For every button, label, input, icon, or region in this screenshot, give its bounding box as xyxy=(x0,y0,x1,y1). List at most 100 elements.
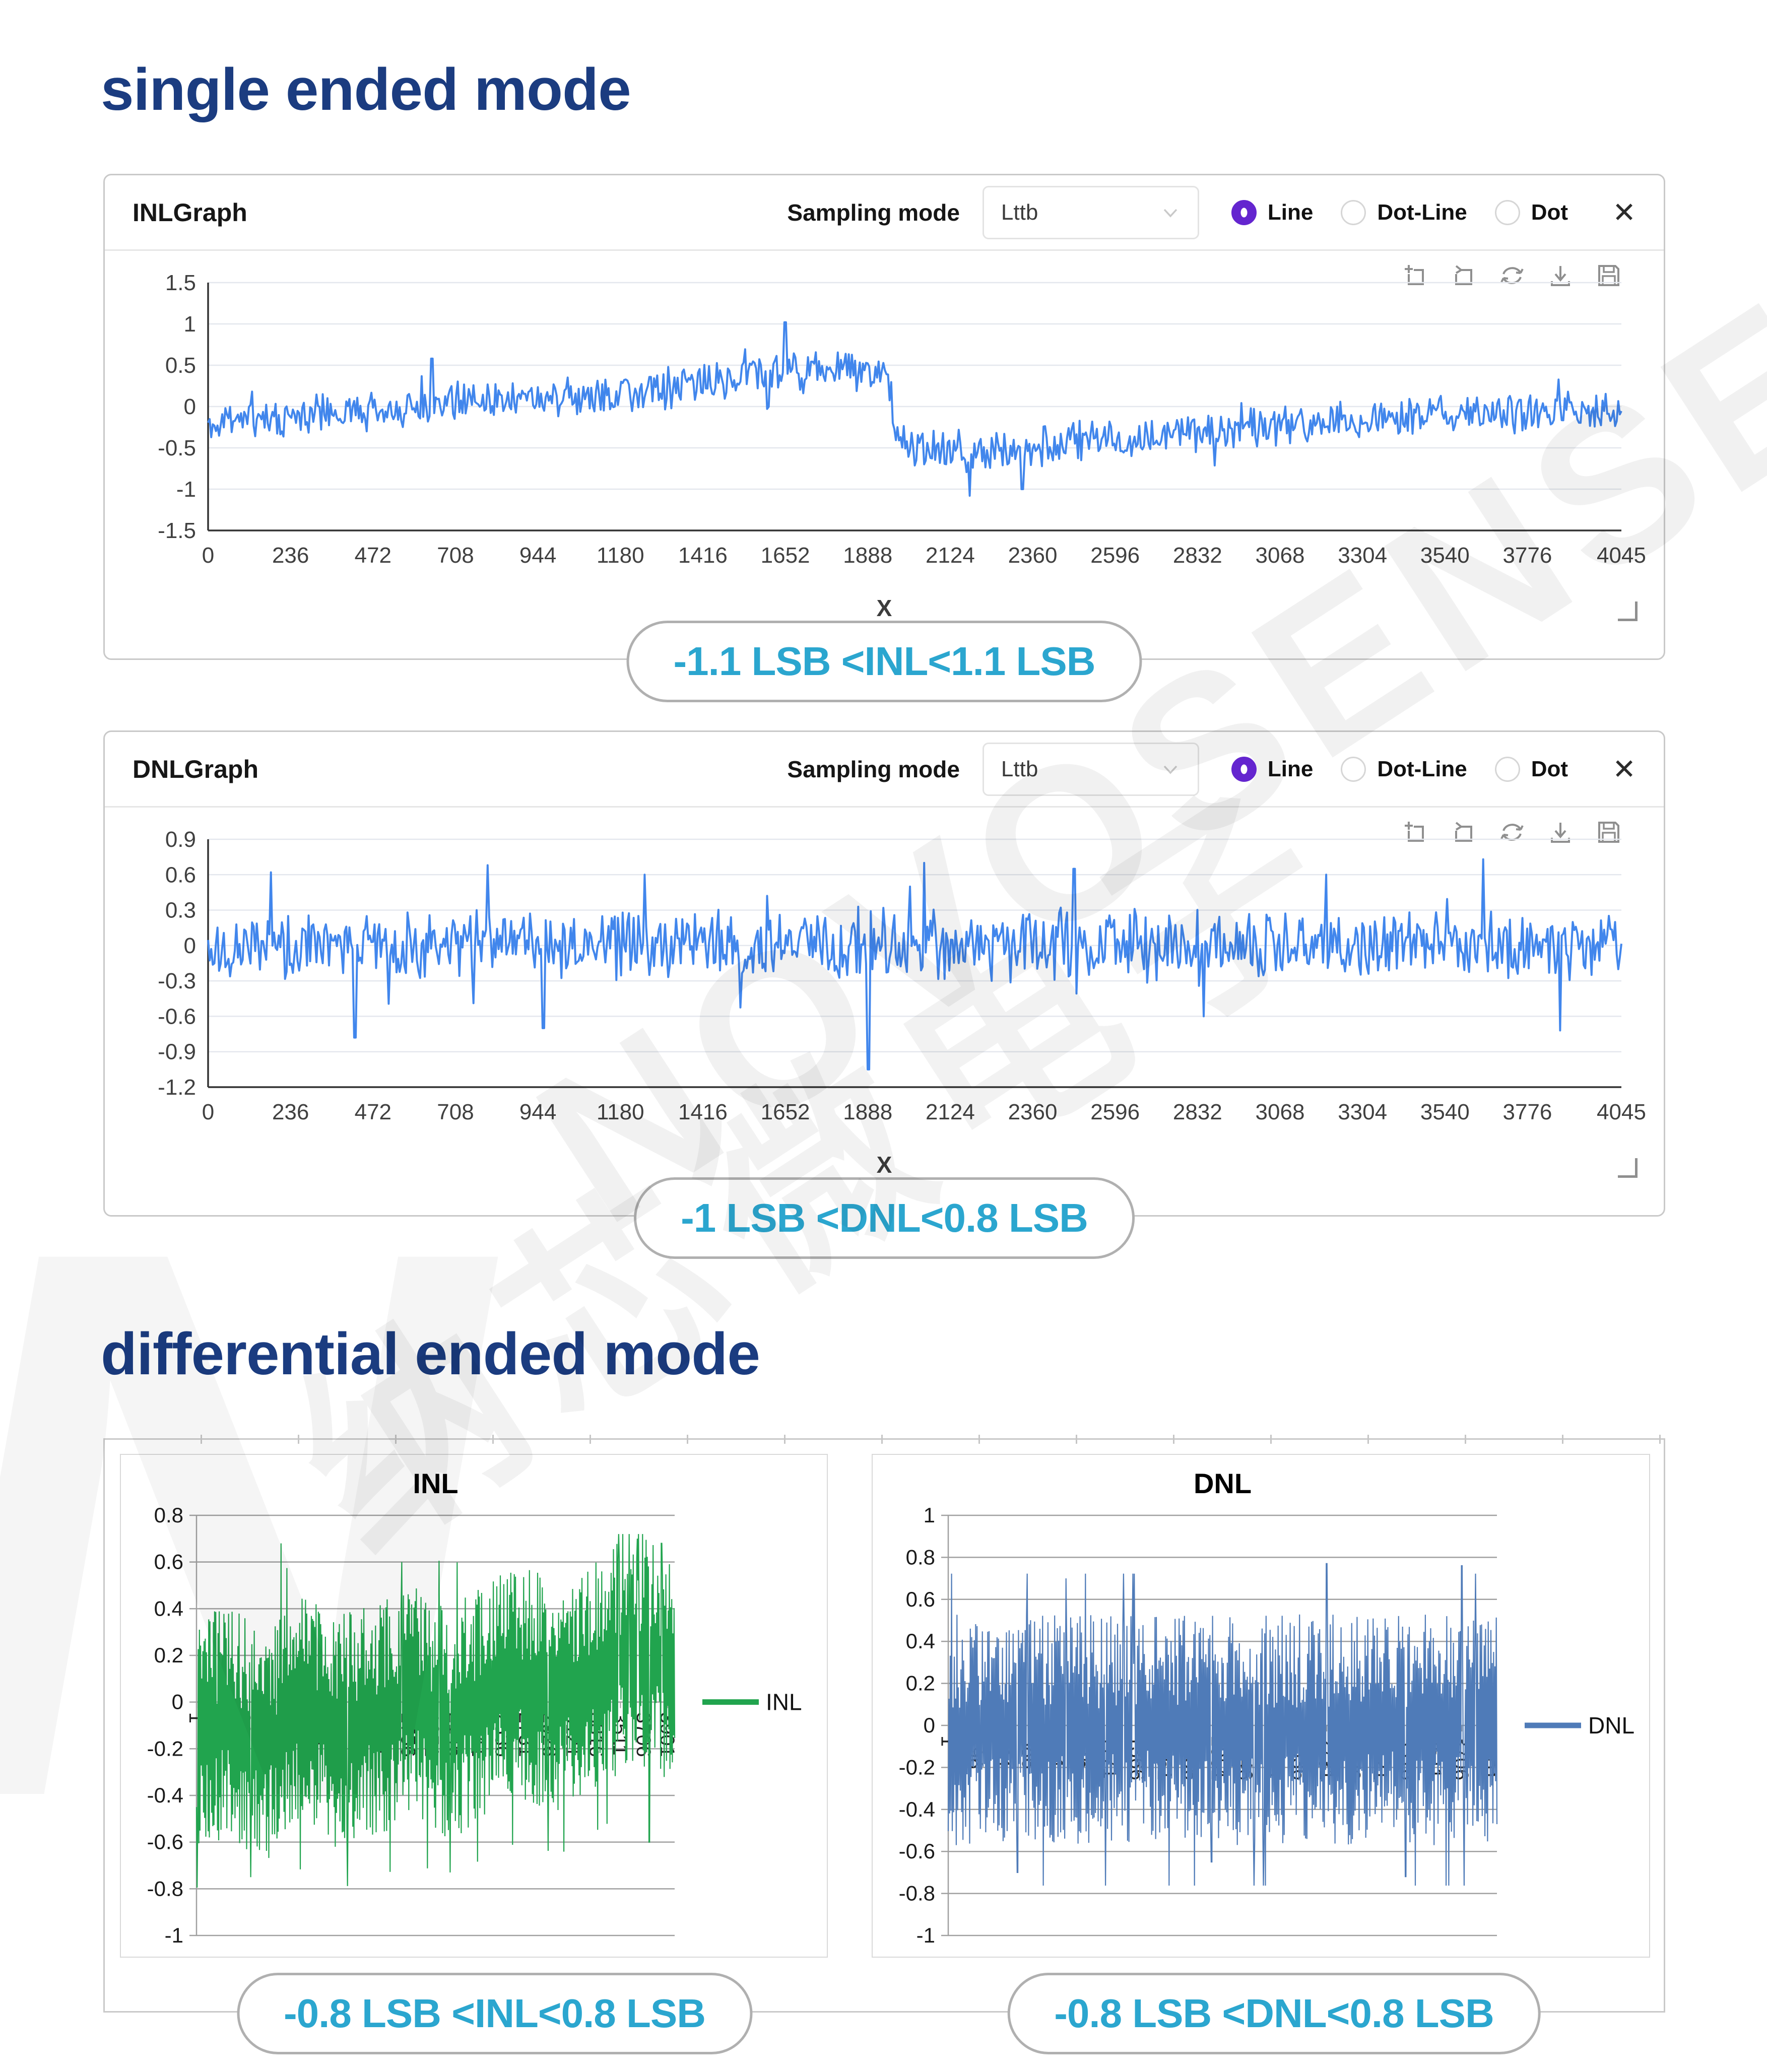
svg-text:INL: INL xyxy=(766,1689,802,1715)
svg-text:2124: 2124 xyxy=(926,1100,975,1124)
dnl-chart[interactable]: 0.9 0.6 0.3 0 -0.3 -0.6 -0.9 -1.2 0 236 472 708 944 1… xyxy=(120,827,1647,1155)
svg-text:944: 944 xyxy=(519,543,556,568)
diff-dnl-chart-canvas: DNL10.80.60.40.20-0.2-0.4-0.6-0.8-11 196 3… xyxy=(899,1467,1634,1947)
svg-text:0.2: 0.2 xyxy=(906,1672,935,1695)
svg-text:0.6: 0.6 xyxy=(906,1587,935,1611)
svg-text:-1: -1 xyxy=(176,477,196,502)
diff-dnl-chart-panel: DNL 1 0.8 0.6 0.4 0.2 0 -0.2 -0.4 -0.6 -0.8 -1 1 196 3… xyxy=(872,1454,1650,1958)
svg-text:3304: 3304 xyxy=(1338,543,1387,568)
sampling-mode-value: Lttb xyxy=(1001,756,1038,781)
svg-text:0.8: 0.8 xyxy=(154,1503,183,1527)
diff-inl-chart-canvas: INL0.80.60.40.20-0.2-0.4-0.6-0.8-11 196 39… xyxy=(147,1467,802,1947)
svg-text:2596: 2596 xyxy=(1090,1100,1140,1124)
svg-text:4045: 4045 xyxy=(1597,543,1646,568)
page: N NOVOSENSE 纳芯微电子 single ended mode INLG… xyxy=(0,0,1767,2072)
radio-line[interactable]: Line xyxy=(1231,756,1313,782)
svg-text:1652: 1652 xyxy=(761,1100,810,1124)
dnl-chart-canvas[interactable]: 0.90.60.30-0.3-0.6-0.9-1.20 236 472 708 944 1… xyxy=(120,827,1647,1153)
svg-text:1.5: 1.5 xyxy=(165,274,196,295)
sampling-mode-select[interactable]: Lttb xyxy=(982,742,1199,796)
sampling-mode-select[interactable]: Lttb xyxy=(982,185,1199,239)
svg-text:1416: 1416 xyxy=(678,543,728,568)
radio-dot-label: Dot xyxy=(1531,756,1568,781)
svg-text:2124: 2124 xyxy=(926,543,975,568)
inl-panel-header: INLGraph Sampling mode Lttb Line Dot-Lin… xyxy=(105,175,1664,251)
svg-text:-0.9: -0.9 xyxy=(158,1040,196,1064)
radio-dot-line[interactable]: Dot-Line xyxy=(1341,199,1467,225)
svg-text:2360: 2360 xyxy=(1008,1100,1058,1124)
inl-spec-callout: -1.1 LSB <INL<1.1 LSB xyxy=(626,621,1142,702)
dnl-spec-callout: -1 LSB <DNL<0.8 LSB xyxy=(634,1177,1135,1259)
svg-text:0: 0 xyxy=(184,933,196,958)
svg-text:708: 708 xyxy=(437,543,474,568)
svg-text:3540: 3540 xyxy=(1420,1100,1470,1124)
svg-text:0.4: 0.4 xyxy=(906,1629,935,1653)
radio-line-button[interactable] xyxy=(1231,756,1257,782)
svg-text:-1.5: -1.5 xyxy=(158,518,196,543)
radio-dot[interactable]: Dot xyxy=(1494,199,1568,225)
svg-text:0.3: 0.3 xyxy=(165,898,196,923)
svg-text:-0.2: -0.2 xyxy=(147,1736,183,1760)
svg-text:-0.3: -0.3 xyxy=(158,969,196,993)
svg-text:708: 708 xyxy=(437,1100,474,1124)
dnl-graph-panel: DNLGraph Sampling mode Lttb Line Dot-Lin… xyxy=(103,730,1665,1259)
svg-text:1416: 1416 xyxy=(678,1100,728,1124)
diff-inl-chart-panel: INL 0.8 0.6 0.4 0.2 0 -0.2 -0.4 -0.6 -0.8 -1 1 196 39… xyxy=(120,1454,828,1958)
plot-style-radio-group: Line Dot-Line Dot xyxy=(1231,756,1568,782)
svg-text:-0.5: -0.5 xyxy=(158,436,196,460)
svg-text:INL: INL xyxy=(413,1467,458,1499)
resize-handle[interactable] xyxy=(1618,1158,1638,1178)
svg-text:-0.6: -0.6 xyxy=(158,1004,196,1029)
svg-text:-1.2: -1.2 xyxy=(158,1075,196,1100)
svg-text:-0.8: -0.8 xyxy=(899,1882,935,1905)
radio-dot-line[interactable]: Dot-Line xyxy=(1341,756,1467,782)
sampling-mode-label: Sampling mode xyxy=(787,756,960,782)
radio-line[interactable]: Line xyxy=(1231,199,1314,225)
svg-text:3540: 3540 xyxy=(1420,543,1470,568)
radio-dot-button[interactable] xyxy=(1494,756,1520,782)
svg-text:4045: 4045 xyxy=(1597,1100,1646,1124)
svg-text:0: 0 xyxy=(202,543,214,568)
svg-text:2832: 2832 xyxy=(1173,543,1222,568)
svg-text:0.4: 0.4 xyxy=(154,1596,183,1620)
svg-text:0.9: 0.9 xyxy=(165,830,196,852)
radio-dot-line-button[interactable] xyxy=(1341,199,1366,225)
close-icon[interactable]: ✕ xyxy=(1612,755,1636,783)
diff-inl-spec-callout: -0.8 LSB <INL<0.8 LSB xyxy=(236,1973,753,2054)
radio-line-button[interactable] xyxy=(1231,199,1257,225)
chevron-down-icon xyxy=(1163,765,1177,774)
svg-text:-1: -1 xyxy=(165,1923,183,1947)
inl-chart[interactable]: 1.5 1 0.5 0 -0.5 -1 -1.5 0 236 472 708 944 1180 1416 1… xyxy=(120,271,1647,598)
svg-text:472: 472 xyxy=(355,1100,391,1124)
radio-dot-label: Dot xyxy=(1531,199,1568,225)
inl-chart-canvas[interactable]: 1.510.50-0.5-1-1.50 236 472 708 944 1180 1416 1… xyxy=(120,271,1647,596)
svg-text:236: 236 xyxy=(272,1100,309,1124)
resize-handle[interactable] xyxy=(1618,601,1638,621)
svg-text:236: 236 xyxy=(272,543,309,568)
radio-dot[interactable]: Dot xyxy=(1494,756,1568,782)
svg-text:2360: 2360 xyxy=(1008,543,1058,568)
svg-text:0.6: 0.6 xyxy=(165,862,196,887)
svg-text:3068: 3068 xyxy=(1256,543,1305,568)
dnl-panel-header: DNLGraph Sampling mode Lttb Line Dot-Lin… xyxy=(105,732,1664,808)
radio-dot-button[interactable] xyxy=(1494,199,1520,225)
svg-text:0: 0 xyxy=(202,1100,214,1124)
svg-text:1888: 1888 xyxy=(843,1100,892,1124)
svg-text:1652: 1652 xyxy=(761,543,810,568)
svg-text:-1: -1 xyxy=(917,1923,935,1947)
svg-text:3304: 3304 xyxy=(1338,1100,1387,1124)
svg-text:-0.4: -0.4 xyxy=(899,1797,935,1821)
svg-text:DNL: DNL xyxy=(1194,1467,1252,1499)
svg-text:1: 1 xyxy=(924,1503,935,1527)
svg-text:3776: 3776 xyxy=(1503,543,1552,568)
radio-line-label: Line xyxy=(1267,199,1314,225)
differential-results-box: INL 0.8 0.6 0.4 0.2 0 -0.2 -0.4 -0.6 -0.8 -1 1 196 39… xyxy=(103,1435,1665,2054)
panel-title: DNLGraph xyxy=(133,755,258,783)
plot-style-radio-group: Line Dot-Line Dot xyxy=(1231,199,1568,225)
section-title-single-ended: single ended mode xyxy=(101,56,631,123)
radio-dot-line-button[interactable] xyxy=(1341,756,1366,782)
svg-text:1180: 1180 xyxy=(597,543,644,568)
close-icon[interactable]: ✕ xyxy=(1612,198,1636,227)
svg-text:944: 944 xyxy=(519,1100,556,1124)
x-axis-title: X xyxy=(876,1152,892,1178)
